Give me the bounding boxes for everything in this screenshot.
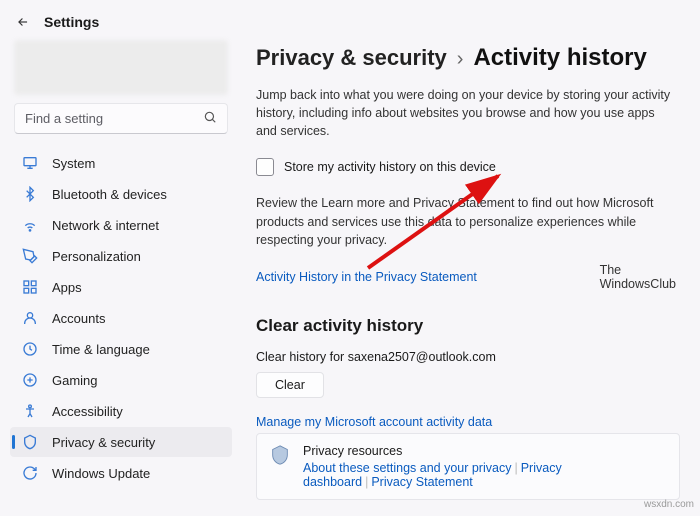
watermark: wsxdn.com <box>644 499 694 510</box>
sidebar-item-update[interactable]: Windows Update <box>10 458 232 488</box>
chevron-right-icon: › <box>457 48 464 71</box>
shield-badge-icon <box>269 444 291 469</box>
user-icon <box>22 310 38 326</box>
sidebar-item-system[interactable]: System <box>10 148 232 178</box>
shield-icon <box>22 434 38 450</box>
store-history-setting[interactable]: Store my activity history on this device <box>256 158 680 176</box>
bluetooth-icon <box>22 186 38 202</box>
search-input[interactable] <box>25 111 203 126</box>
sidebar-item-label: Gaming <box>52 373 98 388</box>
sidebar-item-label: Personalization <box>52 249 141 264</box>
windowsclub-watermark: The WindowsClub <box>600 263 676 292</box>
clock-icon <box>22 341 38 357</box>
sidebar-item-gaming[interactable]: Gaming <box>10 365 232 395</box>
sidebar-item-label: Windows Update <box>52 466 150 481</box>
sidebar-item-personalization[interactable]: Personalization <box>10 241 232 271</box>
sidebar-item-bluetooth[interactable]: Bluetooth & devices <box>10 179 232 209</box>
sidebar-item-network[interactable]: Network & internet <box>10 210 232 240</box>
sidebar-item-label: System <box>52 156 95 171</box>
wifi-icon <box>22 217 38 233</box>
breadcrumb-parent[interactable]: Privacy & security <box>256 45 447 71</box>
privacy-statement-link[interactable]: Activity History in the Privacy Statemen… <box>256 270 477 284</box>
sidebar-item-accounts[interactable]: Accounts <box>10 303 232 333</box>
clear-history-account: Clear history for saxena2507@outlook.com <box>256 350 680 364</box>
user-profile-blurred <box>14 40 228 95</box>
gaming-icon <box>22 372 38 388</box>
sidebar-item-privacy[interactable]: Privacy & security <box>10 427 232 457</box>
resource-link-statement[interactable]: Privacy Statement <box>371 475 472 489</box>
update-icon <box>22 465 38 481</box>
sidebar-item-label: Time & language <box>52 342 150 357</box>
breadcrumb: Privacy & security › Activity history <box>256 44 680 72</box>
sidebar-nav: System Bluetooth & devices Network & int… <box>10 148 232 488</box>
sidebar: System Bluetooth & devices Network & int… <box>0 40 238 516</box>
resources-title: Privacy resources <box>303 444 667 458</box>
review-text: Review the Learn more and Privacy Statem… <box>256 194 676 248</box>
sidebar-item-label: Apps <box>52 280 82 295</box>
sidebar-item-label: Accounts <box>52 311 105 326</box>
search-box[interactable] <box>14 103 228 134</box>
clear-button[interactable]: Clear <box>256 372 324 398</box>
sidebar-item-label: Network & internet <box>52 218 159 233</box>
sidebar-item-label: Bluetooth & devices <box>52 187 167 202</box>
privacy-resources-card: Privacy resources About these settings a… <box>256 433 680 500</box>
manage-account-link[interactable]: Manage my Microsoft account activity dat… <box>256 415 492 429</box>
sidebar-item-label: Privacy & security <box>52 435 155 450</box>
main-panel: Privacy & security › Activity history Ju… <box>238 40 700 516</box>
sidebar-item-time[interactable]: Time & language <box>10 334 232 364</box>
accessibility-icon <box>22 403 38 419</box>
intro-text: Jump back into what you were doing on yo… <box>256 86 676 140</box>
header: Settings <box>0 0 700 40</box>
header-title: Settings <box>44 14 99 30</box>
store-history-label: Store my activity history on this device <box>284 160 496 174</box>
paint-icon <box>22 248 38 264</box>
apps-icon <box>22 279 38 295</box>
back-icon[interactable] <box>16 15 30 29</box>
sidebar-item-accessibility[interactable]: Accessibility <box>10 396 232 426</box>
resource-link-about[interactable]: About these settings and your privacy <box>303 461 511 475</box>
resources-links: About these settings and your privacy|Pr… <box>303 461 667 489</box>
sidebar-item-apps[interactable]: Apps <box>10 272 232 302</box>
search-icon <box>203 110 217 127</box>
sidebar-item-label: Accessibility <box>52 404 123 419</box>
clear-history-heading: Clear activity history <box>256 316 680 336</box>
system-icon <box>22 155 38 171</box>
page-title: Activity history <box>473 44 646 72</box>
store-history-checkbox[interactable] <box>256 158 274 176</box>
